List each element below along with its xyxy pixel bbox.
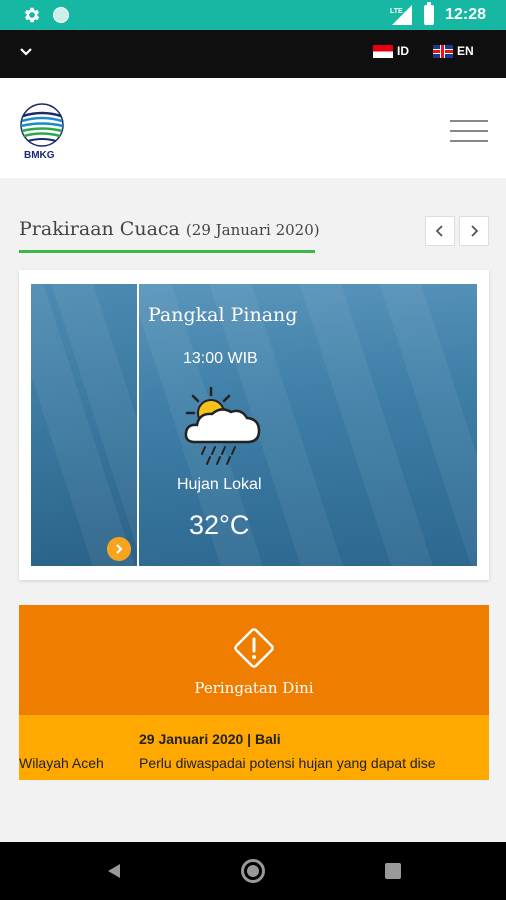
warning-region-text: Wilayah Aceh xyxy=(19,755,104,771)
system-navigation-bar xyxy=(0,842,506,900)
chevron-down-icon[interactable] xyxy=(18,44,34,60)
forecast-title-text: Prakiraan Cuaca xyxy=(19,218,180,240)
uk-flag-icon xyxy=(433,44,453,58)
chevron-right-icon xyxy=(116,544,123,554)
slide-next-arrow-button[interactable] xyxy=(107,537,131,561)
city-name: Pangkal Pinang xyxy=(148,304,298,326)
hamburger-line xyxy=(450,140,488,142)
recent-apps-icon[interactable] xyxy=(385,863,401,879)
warning-title: Peringatan Dini xyxy=(194,679,314,697)
language-option-id[interactable]: ID xyxy=(373,44,409,58)
next-button[interactable] xyxy=(459,216,489,246)
forecast-slide-previous[interactable] xyxy=(31,284,137,566)
network-label: LTE xyxy=(390,8,403,15)
forecast-time: 13:00 WIB xyxy=(183,350,258,367)
title-underline xyxy=(19,250,315,253)
forecast-title: Prakiraan Cuaca (29 Januari 2020) xyxy=(19,218,320,240)
clock: 12:28 xyxy=(445,6,486,23)
warning-icon xyxy=(234,628,274,668)
chevron-left-icon xyxy=(435,225,443,237)
language-code: ID xyxy=(397,44,409,58)
weather-condition: Hujan Lokal xyxy=(177,476,262,493)
back-icon[interactable] xyxy=(105,862,123,880)
warning-message: Perlu diwaspadai potensi hujan yang dapa… xyxy=(139,755,436,771)
home-icon[interactable] xyxy=(241,859,265,883)
warning-ticker: 29 Januari 2020 | Bali Wilayah Aceh Perl… xyxy=(19,715,489,780)
signal-lte-icon: LTE xyxy=(390,5,412,25)
warning-date-region: 29 Januari 2020 | Bali xyxy=(139,731,281,747)
status-bar: LTE 12:28 xyxy=(0,0,506,30)
battery-icon xyxy=(424,2,434,25)
partly-cloudy-rain-icon xyxy=(184,386,261,465)
logo-text: BMKG xyxy=(24,150,55,161)
hamburger-line xyxy=(450,130,488,132)
indonesia-flag-icon xyxy=(373,44,393,58)
language-code: EN xyxy=(457,44,474,58)
temperature: 32°C xyxy=(189,510,250,540)
language-option-en[interactable]: EN xyxy=(433,44,474,58)
previous-button[interactable] xyxy=(425,216,455,246)
notification-dot-icon xyxy=(53,7,69,23)
early-warning-card[interactable]: Peringatan Dini 29 Januari 2020 | Bali W… xyxy=(19,605,489,780)
hamburger-line xyxy=(450,120,488,122)
language-bar: ID EN xyxy=(0,30,506,78)
warning-header: Peringatan Dini xyxy=(19,605,489,715)
chevron-right-icon xyxy=(471,225,479,237)
app-header: BMKG xyxy=(0,78,506,178)
forecast-date: (29 Januari 2020) xyxy=(185,221,320,239)
menu-button[interactable] xyxy=(450,120,488,144)
gear-icon xyxy=(24,7,40,23)
